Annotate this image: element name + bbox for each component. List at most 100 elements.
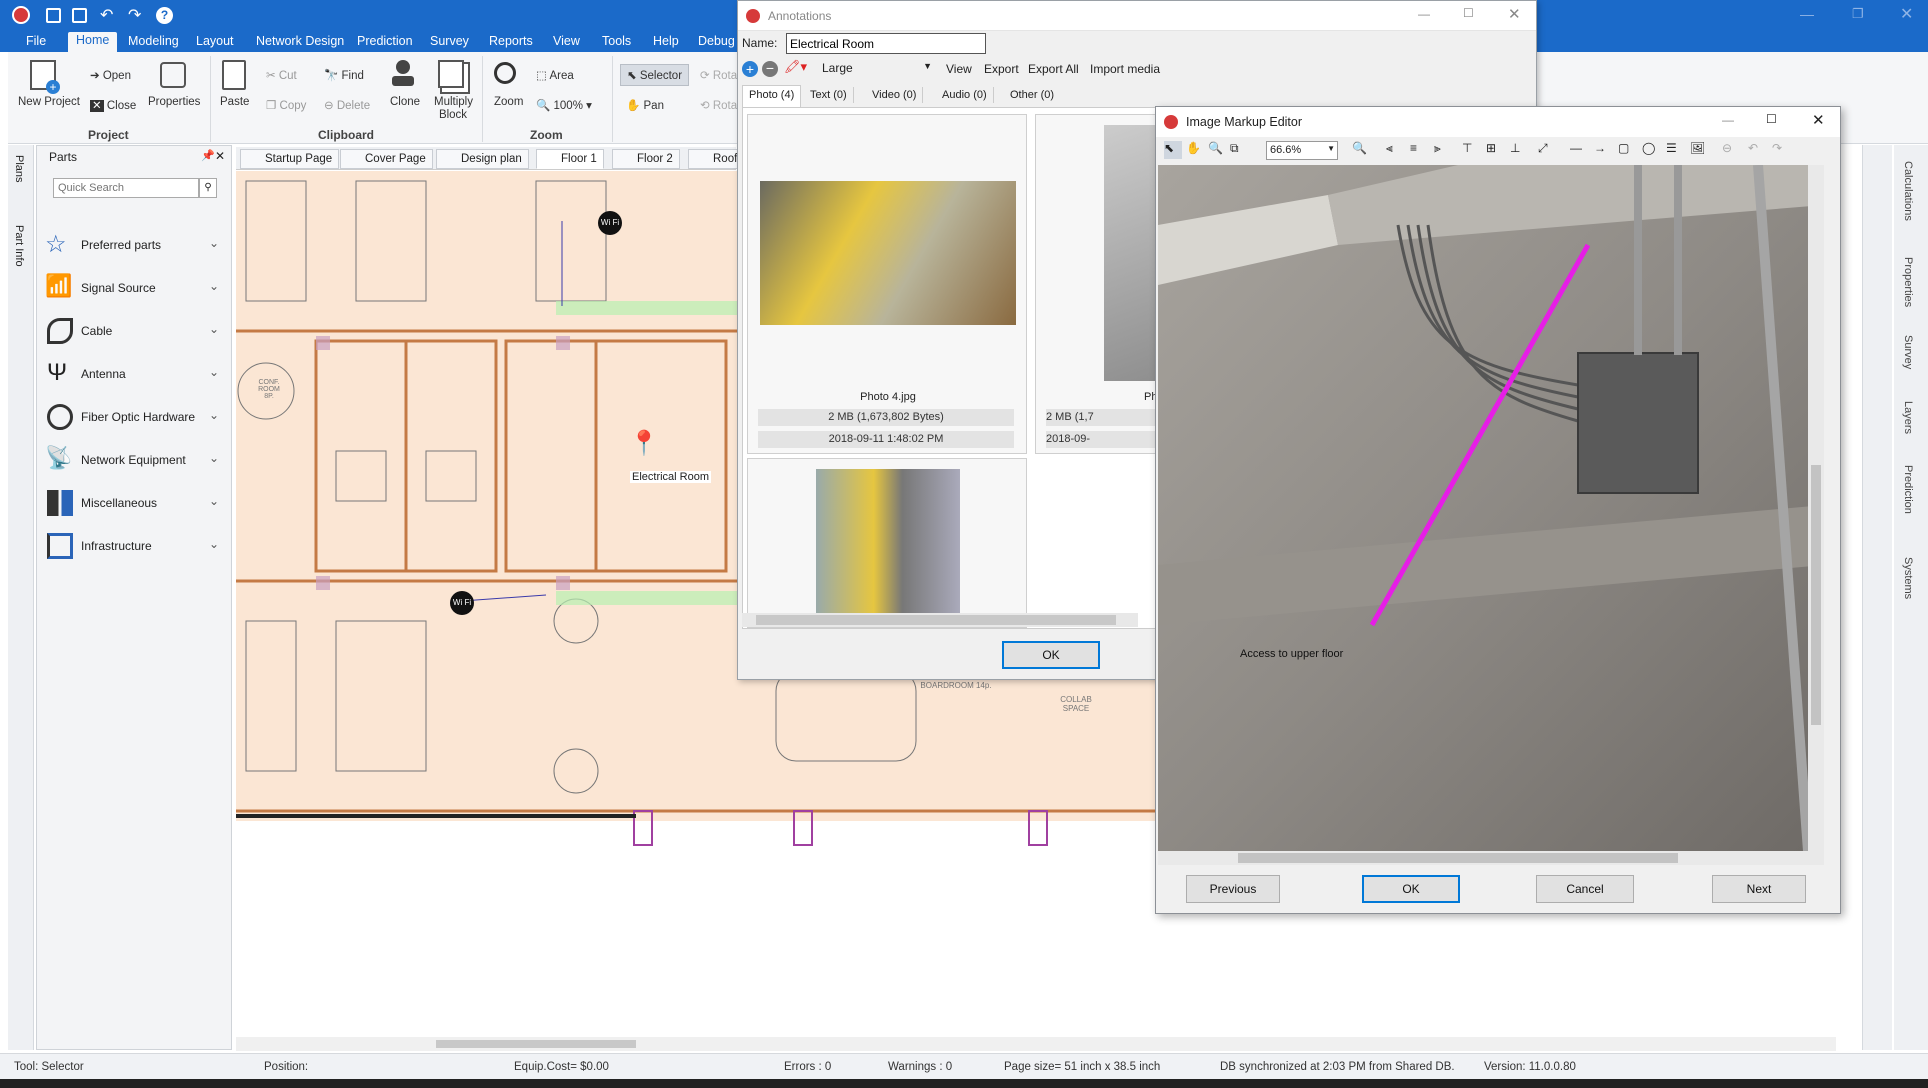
photo-card[interactable]: Pho 2 MB (1,7 2018-09-	[1035, 114, 1157, 454]
marker-icon[interactable]: 🖍▾	[784, 59, 807, 75]
minimize-icon[interactable]: —	[1418, 7, 1430, 21]
zoom-in-icon[interactable]: 🔍	[1352, 141, 1370, 159]
photo-thumbnail[interactable]	[816, 469, 960, 619]
save-as-icon[interactable]	[72, 8, 87, 23]
tab-text[interactable]: Text (0)	[804, 87, 854, 103]
parts-item-network-equipment[interactable]: 📡 Network Equipment ⌄	[43, 445, 223, 475]
delete-button[interactable]: ⊖ Delete	[324, 98, 370, 112]
menu-file[interactable]: File	[18, 33, 54, 49]
resize-icon[interactable]: ⤢	[1538, 141, 1556, 159]
parts-item-fiber[interactable]: Fiber Optic Hardware ⌄	[43, 402, 223, 432]
close-icon[interactable]: ✕	[1812, 111, 1825, 129]
tab-prediction[interactable]: Prediction	[1902, 465, 1914, 514]
maximize-icon[interactable]: ☐	[1463, 6, 1474, 20]
previous-button[interactable]: Previous	[1186, 875, 1280, 903]
photo-thumbnail[interactable]	[760, 181, 1016, 325]
tab-other[interactable]: Other (0)	[1004, 87, 1060, 103]
image-horizontal-scrollbar[interactable]	[1158, 851, 1824, 865]
minimize-icon[interactable]: —	[1800, 6, 1814, 22]
undo-icon[interactable]: ↶	[100, 5, 113, 25]
paste-button[interactable]: Paste	[220, 96, 249, 108]
tab-design-plan[interactable]: Design plan	[436, 149, 529, 169]
zoom-tool-icon[interactable]: 🔍	[1208, 141, 1226, 159]
menu-help[interactable]: Help	[645, 33, 687, 49]
search-icon[interactable]: ⚲	[199, 178, 217, 198]
markup-image-area[interactable]: Access to upper floor	[1158, 165, 1824, 851]
align-right-icon[interactable]: ⫸	[1434, 141, 1452, 159]
tab-startup-page[interactable]: Startup Page	[240, 149, 340, 169]
tab-photo[interactable]: Photo (4)	[742, 85, 802, 107]
tab-properties[interactable]: Properties	[1902, 257, 1914, 307]
annotations-ok-button[interactable]: OK	[1002, 641, 1100, 669]
selector-button[interactable]: ⬉ Selector	[620, 64, 690, 86]
align-bottom-icon[interactable]: ⊥	[1510, 141, 1528, 159]
zoom-combo[interactable]: 66.6% ▼	[1266, 141, 1338, 160]
save-icon[interactable]	[46, 8, 61, 23]
tab-survey[interactable]: Survey	[1902, 335, 1914, 369]
menu-tools[interactable]: Tools	[594, 33, 639, 49]
import-media-button[interactable]: Import media	[1090, 62, 1160, 76]
image-vertical-scrollbar[interactable]	[1808, 165, 1824, 851]
cancel-button[interactable]: Cancel	[1536, 875, 1634, 903]
menu-reports[interactable]: Reports	[481, 33, 541, 49]
remove-icon[interactable]: −	[762, 61, 778, 77]
select-tool-icon[interactable]: ⬉	[1164, 141, 1182, 159]
annotation-name-field[interactable]	[786, 33, 986, 54]
clone-button[interactable]: Clone	[390, 96, 420, 108]
wifi-marker-2[interactable]: Wi Fi	[450, 591, 474, 615]
close-app-icon[interactable]: ✕	[1900, 4, 1913, 24]
maximize-icon[interactable]: ☐	[1766, 112, 1777, 126]
size-select[interactable]: Large ▼	[818, 59, 934, 79]
photo-card[interactable]: Photo 4.jpg 2 MB (1,673,802 Bytes) 2018-…	[747, 114, 1027, 454]
crop-tool-icon[interactable]: ⧉	[1230, 141, 1248, 159]
parts-item-infrastructure[interactable]: Infrastructure ⌄	[43, 531, 223, 561]
new-project-button[interactable]: New Project	[18, 96, 80, 108]
ellipse-tool-icon[interactable]: ◯	[1642, 141, 1660, 159]
quick-search-input[interactable]	[53, 178, 199, 198]
menu-survey[interactable]: Survey	[422, 33, 477, 49]
delete-shape-icon[interactable]: ⊖	[1722, 141, 1740, 159]
arrow-tool-icon[interactable]: →	[1594, 141, 1612, 159]
line-tool-icon[interactable]: —	[1570, 141, 1588, 159]
part-info-tab[interactable]: Part Info	[13, 225, 25, 267]
find-button[interactable]: 🔭 Find	[324, 68, 364, 82]
parts-item-cable[interactable]: Cable ⌄	[43, 316, 223, 346]
rotate-button[interactable]: ⟳ Rota	[700, 68, 737, 82]
multiply-block-button[interactable]: Multiply Block	[434, 96, 473, 122]
align-left-icon[interactable]: ⫷	[1386, 141, 1404, 159]
export-button[interactable]: Export	[984, 62, 1019, 76]
parts-item-misc[interactable]: Miscellaneous ⌄	[43, 488, 223, 518]
copy-button[interactable]: ❐ Copy	[266, 98, 306, 112]
properties-button[interactable]: Properties	[148, 96, 200, 108]
menu-view[interactable]: View	[545, 33, 588, 49]
open-button[interactable]: ➔ Open	[90, 68, 131, 82]
align-top-icon[interactable]: ⊤	[1462, 141, 1480, 159]
menu-debug[interactable]: Debug	[690, 33, 743, 49]
tab-audio[interactable]: Audio (0)	[936, 87, 994, 103]
rectangle-tool-icon[interactable]: ▢	[1618, 141, 1636, 159]
redo-icon[interactable]: ↷	[1772, 141, 1790, 159]
gallery-scrollbar[interactable]	[742, 613, 1138, 627]
tab-video[interactable]: Video (0)	[866, 87, 924, 103]
close-button[interactable]: ✕ Close	[90, 98, 136, 112]
tab-cover-page[interactable]: Cover Page	[340, 149, 433, 169]
area-button[interactable]: ⬚ Area	[536, 68, 574, 82]
tab-calculations[interactable]: Calculations	[1902, 161, 1914, 221]
panel-close-icon[interactable]: ✕	[215, 149, 225, 163]
image-tool-icon[interactable]: 🖼	[1690, 141, 1708, 159]
rotate-2-button[interactable]: ⟲ Rota	[700, 98, 737, 112]
redo-icon[interactable]: ↷	[128, 5, 141, 25]
parts-item-antenna[interactable]: Ψ Antenna ⌄	[43, 359, 223, 389]
wifi-marker[interactable]: Wi Fi	[598, 211, 622, 235]
menu-modeling[interactable]: Modeling	[120, 33, 187, 49]
markup-ok-button[interactable]: OK	[1362, 875, 1460, 903]
zoom-level-select[interactable]: 🔍 100% ▾	[536, 98, 592, 112]
minimize-icon[interactable]: —	[1722, 113, 1734, 127]
pushpin-icon[interactable]: 📍	[629, 429, 659, 458]
view-button[interactable]: View	[946, 62, 972, 76]
pin-icon[interactable]: 📌	[201, 149, 215, 162]
parts-item-signal-source[interactable]: 📶 Signal Source ⌄	[43, 273, 223, 303]
menu-layout[interactable]: Layout	[188, 33, 242, 49]
next-button[interactable]: Next	[1712, 875, 1806, 903]
align-middle-icon[interactable]: ⊞	[1486, 141, 1504, 159]
